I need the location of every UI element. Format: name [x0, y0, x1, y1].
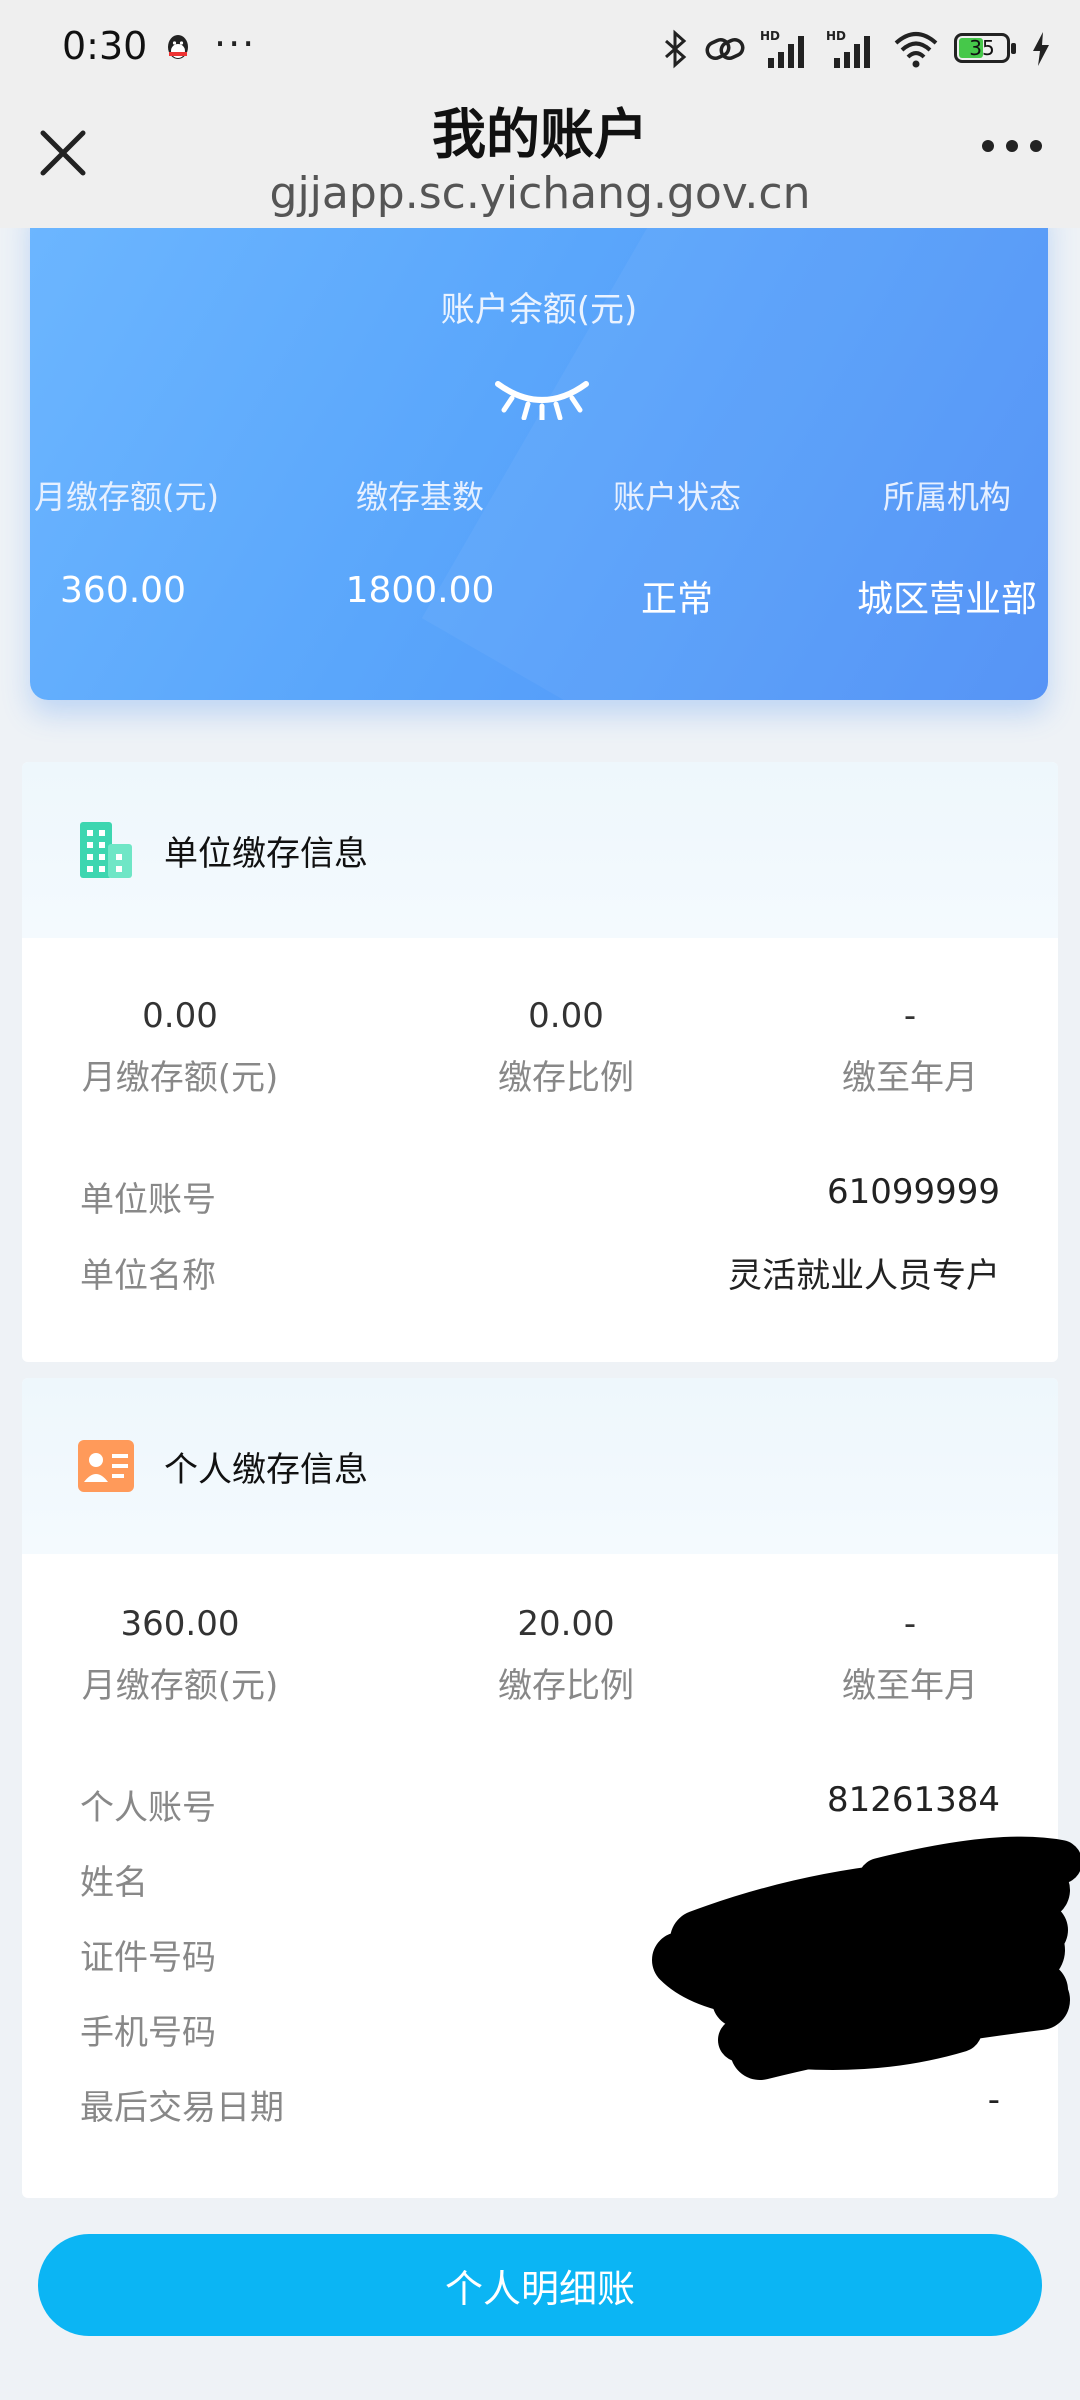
battery-icon: 35	[954, 33, 1018, 65]
last-transaction-value: -	[987, 2080, 1000, 2120]
personal-paid-until-value: -	[903, 1604, 917, 1644]
unit-section-header: 单位缴存信息	[22, 762, 1058, 938]
personal-monthly-deposit: 360.00 月缴存额(元)	[30, 1604, 330, 1707]
account-status-label: 账户状态	[612, 478, 741, 516]
monthly-deposit-value: 360.00	[60, 570, 186, 611]
last-transaction-row: 最后交易日期 -	[80, 2080, 1000, 2130]
phone-row: 手机号码	[80, 2005, 1000, 2055]
unit-name-key: 单位名称	[80, 1256, 216, 1296]
name-row: 姓名	[80, 1855, 1000, 1905]
svg-text:HD: HD	[826, 29, 846, 43]
unit-deposit-ratio-label: 缴存比例	[498, 1058, 634, 1098]
personal-account-key: 个人账号	[80, 1788, 216, 1828]
institution-label: 所属机构	[882, 478, 1011, 516]
status-time: 0:30	[62, 24, 148, 68]
battery-level: 35	[969, 36, 995, 60]
institution-stat: 所属机构 城区营业部	[852, 472, 1042, 622]
last-transaction-key: 最后交易日期	[80, 2088, 284, 2128]
personal-detail-button[interactable]: 个人明细账	[38, 2234, 1042, 2336]
unit-paid-until-value: -	[903, 996, 917, 1036]
deposit-base-value: 1800.00	[345, 570, 495, 611]
charging-bolt-icon	[1033, 32, 1049, 66]
signal-hd-1-icon: HD	[760, 29, 804, 68]
unit-name-row: 单位名称 灵活就业人员专户	[80, 1248, 1000, 1298]
unit-paid-until-label: 缴至年月	[842, 1058, 978, 1098]
status-icons: HD HD 35	[660, 24, 1050, 74]
unit-deposit-ratio-value: 0.00	[528, 996, 604, 1036]
personal-monthly-deposit-label: 月缴存额(元)	[81, 1666, 279, 1706]
building-icon	[80, 822, 132, 878]
unit-deposit-section: 单位缴存信息 0.00 月缴存额(元) 0.00 缴存比例 - 缴至年月 单位账…	[22, 762, 1058, 1362]
balance-card: 账户余额(元) 月缴存额(元) 360.00 缴存基数 1800.00 账户状态…	[30, 200, 1048, 700]
personal-section-header: 个人缴存信息	[22, 1378, 1058, 1554]
unit-name-value: 灵活就业人员专户	[728, 1256, 1000, 1296]
phone-key: 手机号码	[80, 2013, 216, 2053]
personal-section-title: 个人缴存信息	[164, 1450, 368, 1490]
more-notifications-icon: ···	[214, 22, 257, 66]
id-number-key: 证件号码	[80, 1938, 216, 1978]
unit-section-title: 单位缴存信息	[164, 834, 368, 874]
qq-notification-icon	[168, 35, 188, 59]
hidden-eye-icon[interactable]	[490, 370, 594, 420]
account-status-value: 正常	[640, 579, 713, 620]
personal-paid-until-label: 缴至年月	[842, 1666, 978, 1706]
personal-account-value: 81261384	[826, 1780, 1000, 1820]
personal-monthly-deposit-value: 360.00	[120, 1604, 240, 1644]
unit-monthly-deposit: 0.00 月缴存额(元)	[30, 996, 330, 1099]
balance-label: 账户余额(元)	[440, 290, 638, 330]
monthly-deposit-stat: 月缴存额(元) 360.00	[34, 472, 219, 611]
more-options-icon[interactable]	[982, 140, 1042, 152]
account-status-stat: 账户状态 正常	[592, 472, 762, 622]
personal-deposit-ratio-label: 缴存比例	[498, 1666, 634, 1706]
wifi-icon	[894, 32, 938, 68]
unit-account-value: 61099999	[826, 1172, 1000, 1212]
personal-deposit-ratio: 20.00 缴存比例	[416, 1604, 716, 1707]
unit-monthly-deposit-label: 月缴存额(元)	[81, 1058, 279, 1098]
personal-deposit-section: 个人缴存信息 360.00 月缴存额(元) 20.00 缴存比例 - 缴至年月 …	[22, 1378, 1058, 2198]
unit-account-key: 单位账号	[80, 1180, 216, 1220]
unit-monthly-deposit-value: 0.00	[142, 996, 218, 1036]
deposit-base-stat: 缴存基数 1800.00	[330, 472, 510, 611]
svg-text:HD: HD	[760, 29, 780, 43]
link-icon	[705, 37, 745, 61]
personal-deposit-ratio-value: 20.00	[517, 1604, 615, 1644]
monthly-deposit-label: 月缴存额(元)	[34, 478, 219, 516]
page-url: gjjapp.sc.yichang.gov.cn	[269, 168, 811, 219]
page-title: 我的账户	[432, 103, 648, 166]
unit-deposit-ratio: 0.00 缴存比例	[416, 996, 716, 1099]
bluetooth-icon	[665, 29, 687, 69]
top-bar: 0:30 ··· HD HD 35 我的账户 gjjapp.sc.yichang…	[0, 0, 1080, 228]
id-number-row: 证件号码	[80, 1930, 1000, 1980]
personal-paid-until: - 缴至年月	[780, 1604, 1040, 1707]
signal-hd-2-icon: HD	[826, 29, 870, 68]
unit-paid-until: - 缴至年月	[780, 996, 1040, 1099]
name-key: 姓名	[80, 1863, 148, 1903]
personal-account-row: 个人账号 81261384	[80, 1780, 1000, 1830]
deposit-base-label: 缴存基数	[355, 478, 484, 516]
institution-value: 城区营业部	[856, 579, 1037, 620]
unit-account-row: 单位账号 61099999	[80, 1172, 1000, 1222]
id-card-icon	[78, 1440, 134, 1492]
